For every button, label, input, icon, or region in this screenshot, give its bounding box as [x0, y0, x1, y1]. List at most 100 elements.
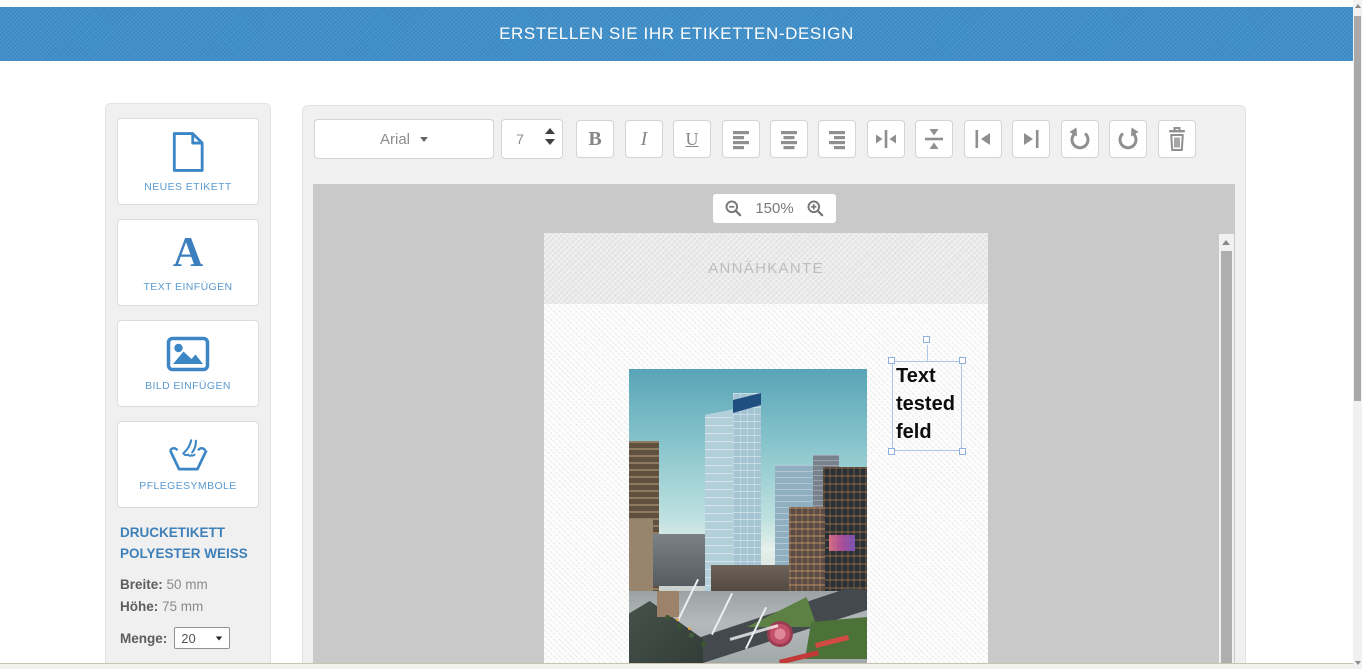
new-label-button[interactable]: NEUES ETIKETT [117, 118, 259, 205]
rotate-handle[interactable] [923, 336, 930, 343]
font-family-value: Arial [380, 131, 410, 148]
new-document-icon [171, 131, 205, 173]
spinner-up-icon[interactable] [545, 128, 555, 134]
resize-handle-sw[interactable] [888, 448, 895, 455]
image-mid-left-strip [653, 534, 713, 586]
width-row: Breite: 50 mm [120, 574, 256, 596]
text-line-2: tested [893, 390, 961, 418]
rotate-ccw-button[interactable] [1061, 120, 1099, 158]
center-vertical-button[interactable] [915, 120, 953, 158]
text-element[interactable]: Text tested feld [892, 361, 962, 451]
quantity-label: Menge: [120, 631, 167, 646]
insert-text-button-label: TEXT EINFÜGEN [143, 281, 232, 293]
delete-button[interactable] [1158, 120, 1196, 158]
underline-button[interactable]: U [673, 120, 711, 158]
care-symbols-button[interactable]: PFLEGESYMBOLE [117, 421, 259, 508]
care-symbols-icon [167, 438, 209, 472]
insert-image-button-label: BILD EINFÜGEN [145, 380, 231, 392]
product-name-line2: POLYESTER WEISS [120, 543, 256, 564]
align-right-button[interactable] [818, 120, 856, 158]
resize-handle-ne[interactable] [959, 357, 966, 364]
page-horizontal-scrollbar[interactable] [0, 663, 1353, 669]
product-name: DRUCKETIKETT POLYESTER WEISS [120, 522, 256, 564]
seam-allowance-area: ANNÄHKANTE [544, 233, 988, 304]
trash-icon [1165, 126, 1189, 152]
label-designer-app: ERSTELLEN SIE IHR ETIKETTEN-DESIGN NEUES… [0, 0, 1362, 669]
sidebar: NEUES ETIKETT A TEXT EINFÜGEN BILD EINFÜ… [105, 103, 271, 669]
underline-icon: U [686, 129, 699, 150]
insert-image-button[interactable]: BILD EINFÜGEN [117, 320, 259, 407]
care-symbols-button-label: PFLEGESYMBOLE [139, 480, 236, 492]
rotate-cw-button[interactable] [1109, 120, 1147, 158]
quantity-select[interactable]: 20 [174, 627, 230, 649]
height-label: Höhe: [120, 599, 158, 614]
zoom-level: 150% [755, 200, 793, 217]
align-left-icon [730, 128, 752, 150]
font-family-select[interactable]: Arial [314, 119, 494, 159]
center-vertical-icon [922, 127, 946, 151]
image-masonry-building [789, 507, 825, 595]
product-dimensions: Breite: 50 mm Höhe: 75 mm [117, 574, 259, 618]
text-line-3: feld [893, 418, 961, 446]
canvas-scrollbar[interactable] [1219, 234, 1234, 669]
font-size-value: 7 [502, 120, 538, 158]
quantity-value: 20 [181, 631, 195, 646]
design-canvas[interactable]: 150% ANNÄHKANTE [313, 184, 1235, 669]
center-horizontal-button[interactable] [867, 120, 905, 158]
editor-panel: Arial 7 B I U [302, 105, 1246, 669]
align-left-edge-icon [971, 127, 995, 151]
product-name-line1: DRUCKETIKETT [120, 522, 256, 543]
chevron-down-icon [420, 137, 428, 142]
scroll-up-icon[interactable] [1222, 240, 1230, 245]
rotate-ccw-icon [1068, 127, 1092, 151]
align-left-button[interactable] [722, 120, 760, 158]
insert-text-button[interactable]: A TEXT EINFÜGEN [117, 219, 259, 306]
align-left-edge-button[interactable] [964, 120, 1002, 158]
align-center-icon [778, 128, 800, 150]
font-size-stepper[interactable]: 7 [501, 119, 563, 159]
zoom-out-button[interactable] [724, 199, 743, 218]
italic-icon: I [641, 128, 648, 151]
new-label-button-label: NEUES ETIKETT [144, 181, 231, 193]
zoom-out-icon [724, 199, 743, 218]
align-right-icon [826, 128, 848, 150]
label-artboard[interactable]: ANNÄHKANTE [544, 233, 988, 669]
width-value: 50 mm [167, 577, 208, 592]
canvas-scrollbar-thumb[interactable] [1221, 251, 1232, 669]
text-icon: A [173, 233, 203, 273]
scroll-up-icon[interactable] [1355, 4, 1361, 8]
image-church-tower [657, 591, 679, 617]
height-value: 75 mm [162, 599, 203, 614]
rotation-stem [927, 345, 928, 361]
center-horizontal-icon [874, 127, 898, 151]
align-right-edge-icon [1019, 127, 1043, 151]
page-title: ERSTELLEN SIE IHR ETIKETTEN-DESIGN [499, 24, 854, 44]
height-row: Höhe: 75 mm [120, 596, 256, 618]
bold-button[interactable]: B [576, 120, 614, 158]
zoom-control: 150% [713, 194, 836, 223]
align-right-edge-button[interactable] [1012, 120, 1050, 158]
rotate-cw-icon [1116, 127, 1140, 151]
seam-allowance-label: ANNÄHKANTE [708, 260, 824, 277]
italic-button[interactable]: I [625, 120, 663, 158]
image-trees [665, 615, 670, 620]
align-center-button[interactable] [770, 120, 808, 158]
zoom-in-icon [806, 199, 825, 218]
bold-icon: B [588, 128, 601, 151]
label-image-element[interactable] [629, 369, 867, 669]
scroll-down-icon[interactable] [1355, 661, 1361, 665]
quantity-row: Menge: 20 [120, 627, 256, 649]
image-billboard [829, 535, 855, 551]
resize-handle-nw[interactable] [888, 357, 895, 364]
zoom-in-button[interactable] [806, 199, 825, 218]
text-line-1: Text [893, 362, 961, 390]
width-label: Breite: [120, 577, 163, 592]
font-size-spinner [545, 128, 555, 145]
page-scrollbar-thumb[interactable] [1354, 16, 1361, 401]
resize-handle-se[interactable] [959, 448, 966, 455]
chevron-down-icon [216, 636, 222, 640]
spinner-down-icon[interactable] [545, 139, 555, 145]
app-header: ERSTELLEN SIE IHR ETIKETTEN-DESIGN [0, 7, 1353, 61]
page-vertical-scrollbar[interactable] [1353, 0, 1362, 669]
image-icon [166, 336, 210, 372]
